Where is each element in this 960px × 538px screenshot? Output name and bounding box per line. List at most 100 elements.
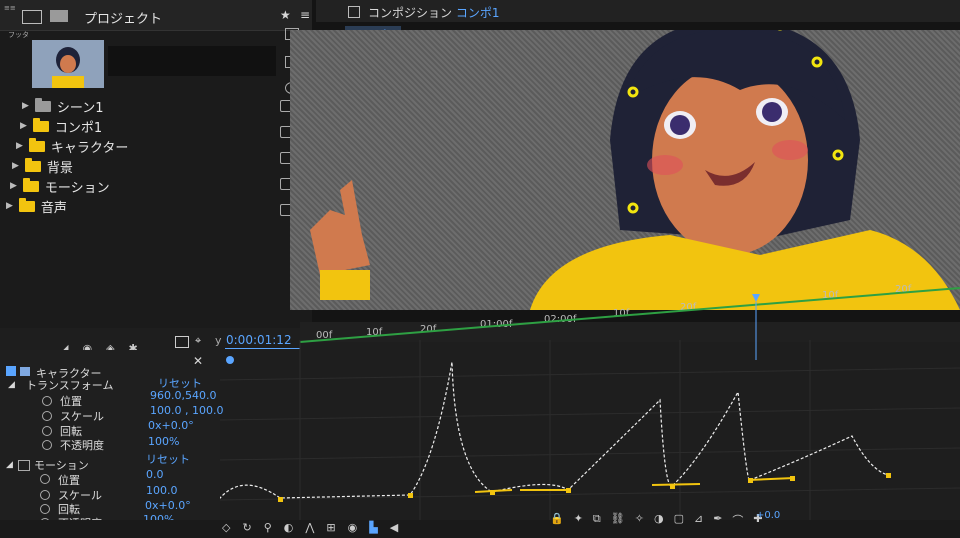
frame-icon[interactable]: ▢ xyxy=(674,512,684,528)
pin-icon[interactable]: ⊿ xyxy=(694,512,703,528)
close-icon[interactable]: ✕ xyxy=(193,354,203,368)
property-value[interactable]: 100% xyxy=(148,435,179,448)
link-icon[interactable]: ⛓ xyxy=(611,512,625,528)
list-item[interactable]: ▶ シーン1 xyxy=(22,96,128,116)
tree-item-label: 背景 xyxy=(46,160,73,176)
tree-item-label: コンポ1 xyxy=(54,120,103,136)
thumbnail-character-image xyxy=(52,47,84,88)
list-item[interactable]: ▶ 背景 xyxy=(12,156,128,176)
panel-menu-icon[interactable]: ≡≡ xyxy=(4,4,16,12)
keyframe-marker[interactable] xyxy=(566,488,571,493)
lock-icon[interactable]: 🔒 xyxy=(550,512,564,528)
project-panel-title: プロジェクト xyxy=(84,12,163,27)
stopwatch-icon[interactable] xyxy=(40,490,50,500)
effect-icon[interactable]: ✧ xyxy=(635,512,644,528)
graph-type-icon[interactable]: ▙ xyxy=(369,521,377,534)
expand-arrow-icon[interactable]: ▶ xyxy=(12,161,19,171)
loop-icon[interactable]: ↻ xyxy=(242,521,251,534)
anchor-icon[interactable]: ⌒ xyxy=(732,512,743,528)
graph-toolbar-left: ◇ ↻ ⚲ ◐ ⋀ ⊞ ◉ ▙ ◀ xyxy=(222,521,398,534)
collapse-icon[interactable]: ◀ xyxy=(390,521,398,534)
footage-icon xyxy=(50,10,68,22)
project-search-field[interactable] xyxy=(108,46,276,76)
expand-arrow-icon[interactable]: ▶ xyxy=(20,121,27,131)
offset-value[interactable]: +0.0 xyxy=(756,510,780,521)
property-name: 不透明度 xyxy=(60,439,104,452)
list-item[interactable]: ▶ キャラクター xyxy=(16,136,128,156)
composition-title: コンポジション コンポ1 xyxy=(368,4,499,21)
composition-icon xyxy=(348,6,360,18)
motion-reset-link[interactable]: リセット xyxy=(146,451,190,467)
folder-icon xyxy=(28,137,45,152)
property-value[interactable]: 0x+0.0° xyxy=(148,419,194,432)
graph-grid xyxy=(220,340,960,520)
expand-arrow-icon[interactable]: ◢ xyxy=(8,380,15,390)
expand-arrow-icon[interactable]: ◢ xyxy=(6,460,13,470)
property-name: 位置 xyxy=(60,395,82,408)
property-value[interactable]: 0.0 xyxy=(146,468,164,481)
keyframe-marker[interactable] xyxy=(490,490,495,495)
brush-icon[interactable]: ◑ xyxy=(654,512,664,528)
expand-arrow-icon[interactable]: ▶ xyxy=(10,181,17,191)
keyframe-handles xyxy=(474,477,795,493)
keyframe-marker[interactable] xyxy=(408,493,413,498)
ease-icon[interactable]: ⋀ xyxy=(305,521,314,534)
tree-item-label: 音声 xyxy=(40,200,67,216)
list-item[interactable]: ▶ コンポ1 xyxy=(20,116,128,136)
keyframe-marker[interactable] xyxy=(278,497,283,502)
keyframe-marker[interactable] xyxy=(886,473,891,478)
grid-icon[interactable]: ⊞ xyxy=(326,521,335,534)
keyframe-marker[interactable] xyxy=(670,484,675,489)
stopwatch-icon[interactable] xyxy=(40,474,50,484)
folder-icon xyxy=(32,117,49,132)
timeline-bottom-bar xyxy=(0,520,960,538)
expand-arrow-icon[interactable]: ▶ xyxy=(16,141,23,151)
motion-group-label[interactable]: モーション xyxy=(34,457,89,473)
favorite-star-icon[interactable]: ★ xyxy=(280,8,291,22)
stopwatch-icon[interactable] xyxy=(42,426,52,436)
expand-arrow-icon[interactable]: ▶ xyxy=(6,201,13,211)
layer-icon xyxy=(20,367,30,376)
tree-item-label: モーション xyxy=(44,180,110,196)
tree-item-label: シーン1 xyxy=(56,100,104,116)
project-thumbnail xyxy=(32,40,104,88)
playhead-marker-icon[interactable] xyxy=(752,294,760,302)
tree-item-label: キャラクター xyxy=(50,140,129,156)
tool-icon[interactable]: ✦ xyxy=(574,512,583,528)
graph-editor[interactable] xyxy=(220,340,960,520)
folder-icon xyxy=(34,97,51,112)
project-icon xyxy=(22,10,42,24)
target-icon[interactable]: ◐ xyxy=(284,521,294,534)
property-value[interactable]: 960.0,540.0 xyxy=(150,389,216,402)
composition-title-name: コンポ1 xyxy=(455,6,500,20)
property-name: 位置 xyxy=(58,474,80,487)
property-value[interactable]: 100.0 , 100.0 xyxy=(150,404,223,417)
stopwatch-icon[interactable] xyxy=(42,440,52,450)
property-value[interactable]: 100.0 xyxy=(146,484,178,497)
list-item[interactable]: ▶ モーション xyxy=(10,176,128,196)
folder-icon xyxy=(24,157,41,172)
layer-expand-icon[interactable] xyxy=(6,366,16,376)
keyframe-nav-icon[interactable]: ◇ xyxy=(222,521,230,534)
eye-icon[interactable]: ◉ xyxy=(348,521,358,534)
composition-viewer[interactable] xyxy=(290,30,960,310)
effect-icon xyxy=(18,460,30,471)
pen-icon[interactable]: ✒ xyxy=(713,512,722,528)
panel-options-icon[interactable]: ≡ xyxy=(300,8,310,22)
expand-arrow-icon[interactable]: ▶ xyxy=(22,101,29,111)
footage-side-tab[interactable]: フッタ xyxy=(8,30,29,40)
character-artwork xyxy=(310,30,960,310)
copy-icon[interactable]: ⧉ xyxy=(593,512,601,528)
stopwatch-icon[interactable] xyxy=(40,504,50,514)
snap-icon[interactable]: ⚲ xyxy=(264,521,272,534)
list-item[interactable]: ▶ 音声 xyxy=(6,196,128,216)
transform-group-label[interactable]: トランスフォーム xyxy=(26,377,113,393)
value-curve[interactable] xyxy=(220,361,889,503)
stopwatch-icon[interactable] xyxy=(42,396,52,406)
property-value[interactable]: 0x+0.0° xyxy=(145,499,191,512)
keyframe-marker[interactable] xyxy=(748,478,753,483)
composition-title-prefix: コンポジション xyxy=(368,6,453,20)
stopwatch-icon[interactable] xyxy=(42,411,52,421)
graph-toolbar-right: 🔒 ✦ ⧉ ⛓ ✧ ◑ ▢ ⊿ ✒ ⌒ ✚ xyxy=(550,512,763,528)
keyframe-marker[interactable] xyxy=(790,476,795,481)
